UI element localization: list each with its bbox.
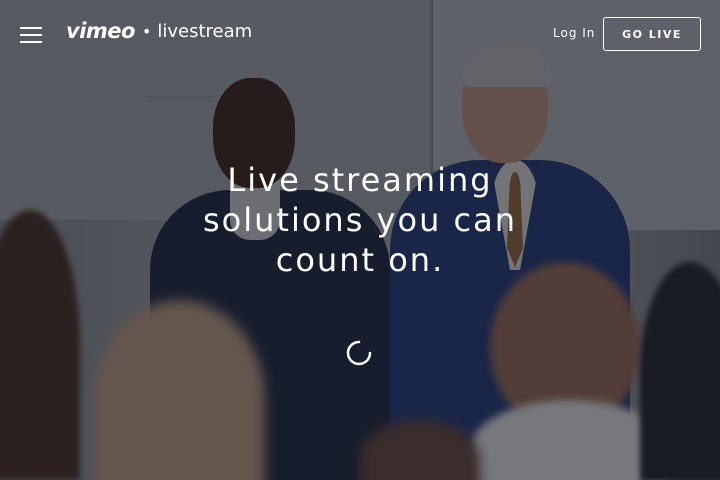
loading-spinner-icon	[346, 340, 372, 366]
logo-separator: •	[141, 21, 152, 41]
logo-vimeo-wordmark: vimeo	[66, 19, 135, 43]
headline-line-1: Live streaming	[227, 161, 493, 199]
hero-headline: Live streaming solutions you can count o…	[160, 160, 560, 280]
login-link[interactable]: Log In	[553, 26, 595, 40]
vimeo-livestream-logo[interactable]: vimeo • livestream	[66, 18, 252, 44]
hero-section: vimeo • livestream Log In GO LIVE Live s…	[0, 0, 720, 480]
top-navigation-bar: vimeo • livestream Log In GO LIVE	[0, 0, 720, 70]
go-live-button[interactable]: GO LIVE	[603, 17, 701, 51]
headline-line-3: count on.	[275, 241, 445, 279]
logo-livestream-wordmark: livestream	[157, 20, 253, 42]
headline-line-2: solutions you can	[202, 201, 517, 239]
hamburger-menu-icon[interactable]	[20, 26, 42, 44]
